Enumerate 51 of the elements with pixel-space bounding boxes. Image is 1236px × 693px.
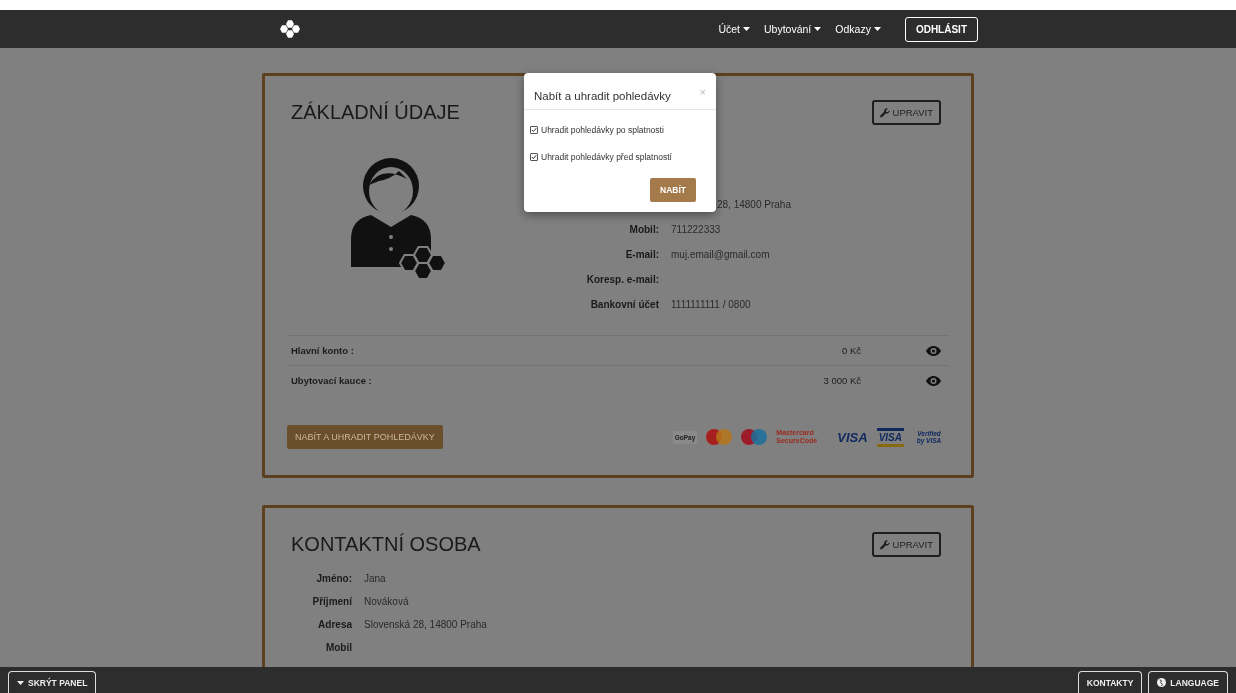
dialog-title: Nabít a uhradit pohledávky xyxy=(534,90,671,102)
field-value: 711222333 xyxy=(671,223,722,237)
field-label: E-mail: xyxy=(624,248,659,262)
contacts-button[interactable]: KONTAKTY xyxy=(1077,671,1143,693)
visa-logo: VISA xyxy=(837,429,868,445)
wrench-icon xyxy=(879,539,890,550)
field-value: 1111111111 / 0800 xyxy=(671,298,752,312)
card-title: ZÁKLADNÍ ÚDAJE xyxy=(291,101,460,124)
caret-icon xyxy=(743,27,750,31)
field-label: Koresp. e-mail: xyxy=(585,273,659,287)
card-logo xyxy=(706,429,733,445)
field-value: muj.email@gmail.com xyxy=(671,248,771,262)
field-value: 28, 14800 Praha xyxy=(716,198,792,212)
hide-panel-button[interactable]: SKRÝT PANEL xyxy=(8,671,97,693)
logout-button[interactable]: ODHLÁSIT xyxy=(904,16,978,42)
field-label: Bankovní účet xyxy=(589,298,659,312)
balance-label: Hlavní konto : xyxy=(290,345,355,356)
balance-amount: 3 000 Kč xyxy=(823,375,861,386)
field-value: Nováková xyxy=(364,595,410,609)
nav-menu[interactable]: Účet xyxy=(718,23,750,35)
field-label: Jméno: xyxy=(315,572,352,586)
hexagon-logo xyxy=(278,19,302,39)
checkbox-option[interactable]: Uhradit pohledávky před splatností xyxy=(524,150,716,164)
field-value: Jana xyxy=(364,572,387,586)
language-button[interactable]: LANGUAGE xyxy=(1148,671,1228,693)
caret-icon xyxy=(17,680,24,685)
edit-button[interactable]: UPRAVIT xyxy=(871,100,941,125)
balance-label: Ubytovací kauce : xyxy=(290,375,373,386)
card-logo xyxy=(741,429,768,445)
wrench-icon xyxy=(879,107,890,118)
checkbox[interactable] xyxy=(530,153,538,161)
charge-button[interactable]: NABÍT xyxy=(650,178,696,202)
caret-icon xyxy=(873,27,881,31)
eye-icon[interactable] xyxy=(926,375,941,386)
field-value: Slovenská 28, 14800 Praha xyxy=(364,618,488,632)
checkbox[interactable] xyxy=(530,126,538,134)
field-label: Mobil xyxy=(324,641,352,655)
nav-menu[interactable]: Odkazy xyxy=(835,23,881,35)
nav-menu[interactable]: Ubytování xyxy=(764,23,822,35)
checkbox-option[interactable]: Uhradit pohledávky po splatnosti xyxy=(524,123,716,137)
card-title: KONTAKTNÍ OSOBA xyxy=(291,533,481,556)
balance-amount: 0 Kč xyxy=(842,345,861,356)
field-label: Příjmení xyxy=(311,595,352,609)
eye-icon[interactable] xyxy=(926,345,941,356)
charge-button[interactable]: NABÍT A UHRADIT POHLEDÁVKY xyxy=(287,425,443,449)
field-label: Adresa xyxy=(317,618,352,632)
caret-icon xyxy=(814,27,822,31)
edit-button[interactable]: UPRAVIT xyxy=(871,532,941,557)
globe-icon xyxy=(1157,678,1167,687)
field-label: Mobil: xyxy=(628,223,659,237)
visa-logo: VISA xyxy=(876,427,904,447)
